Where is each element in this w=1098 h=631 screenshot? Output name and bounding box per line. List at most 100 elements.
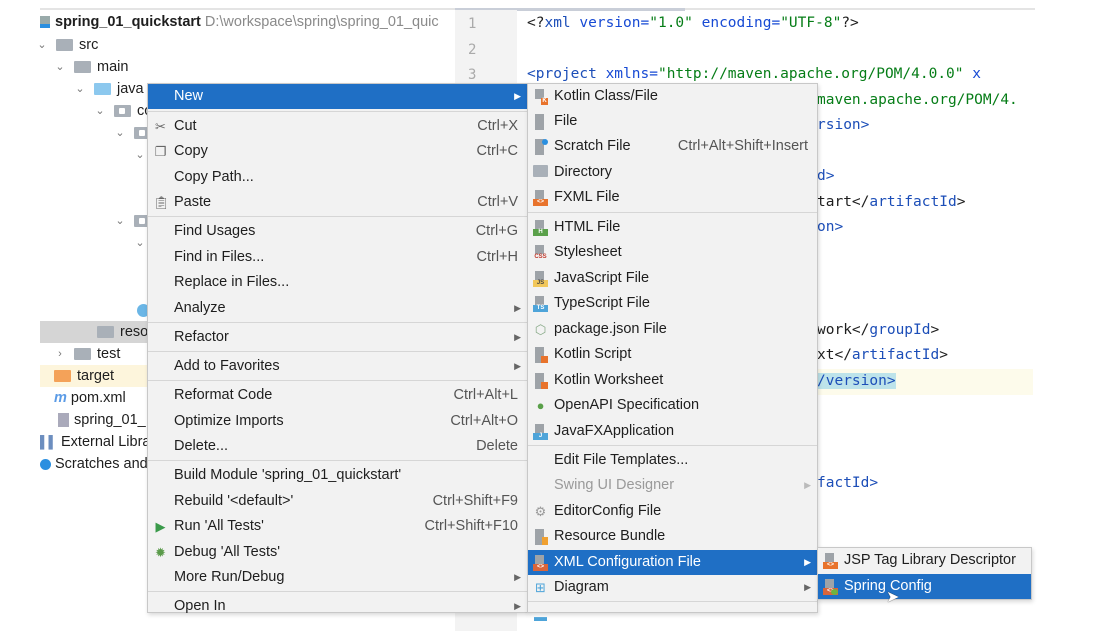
- module-file-icon: [58, 413, 69, 427]
- scratch-file-icon: [533, 139, 548, 155]
- submenu-arrow-icon: ▶: [514, 572, 521, 582]
- tree-item-package[interactable]: ⌄ co: [94, 100, 152, 122]
- data-source-icon: ▬: [534, 609, 547, 624]
- tree-item-java[interactable]: ⌄ java: [74, 78, 144, 100]
- code-line-3[interactable]: <project xmlns="http://maven.apache.org/…: [527, 66, 981, 82]
- xml-configuration-submenu[interactable]: <>JSP Tag Library Descriptor <>Spring Co…: [817, 547, 1032, 600]
- code-fragment: d>: [817, 168, 835, 184]
- code-line-1[interactable]: <?xml version="1.0" encoding="UTF-8"?>: [527, 15, 859, 31]
- chevron-right-icon: ›: [58, 348, 62, 360]
- tree-item-resources[interactable]: reso: [97, 321, 148, 343]
- menu-item-javascript-file[interactable]: JS JavaScript File: [528, 266, 817, 291]
- tree-item-iml[interactable]: spring_01_: [58, 409, 146, 431]
- ts-file-icon: TS: [533, 296, 548, 312]
- menu-item-jsp-tag-library[interactable]: <> JSP Tag Library Descriptor: [818, 548, 1031, 573]
- jsp-tld-icon: <>: [823, 553, 838, 569]
- menu-item-stylesheet[interactable]: CSS Stylesheet: [528, 240, 817, 265]
- menu-item-openapi[interactable]: ● OpenAPI Specification: [528, 393, 817, 418]
- bug-icon: ✹: [155, 545, 166, 560]
- tree-item-pom[interactable]: m pom.xml: [54, 387, 126, 409]
- menu-item-kotlin-class[interactable]: K Kotlin Class/File: [528, 84, 817, 109]
- menu-item-cut[interactable]: ✂ Cut Ctrl+X: [148, 114, 527, 139]
- menu-item-fxml-file[interactable]: <> FXML File: [528, 185, 817, 210]
- project-path: D:\workspace\spring\spring_01_quic: [204, 14, 439, 30]
- menu-item-analyze[interactable]: Analyze ▶: [148, 296, 527, 321]
- menu-item-build-module[interactable]: Build Module 'spring_01_quickstart': [148, 463, 527, 488]
- menu-item-refactor[interactable]: Refactor ▶: [148, 325, 527, 350]
- menu-item-replace-in-files[interactable]: Replace in Files...: [148, 270, 527, 295]
- mouse-cursor-icon: ➤: [886, 589, 900, 606]
- menu-item-delete[interactable]: Delete... Delete: [148, 434, 527, 459]
- tree-label: pom.xml: [70, 390, 126, 406]
- tree-label: External Libra: [61, 434, 151, 450]
- menu-item-file[interactable]: File: [528, 109, 817, 134]
- chevron-down-icon: ⌄: [95, 105, 105, 117]
- menu-item-find-in-files[interactable]: Find in Files... Ctrl+H: [148, 245, 527, 270]
- menu-item-find-usages[interactable]: Find Usages Ctrl+G: [148, 219, 527, 244]
- menu-item-cut-off[interactable]: ▬: [528, 604, 817, 629]
- file-icon: [533, 114, 548, 130]
- tree-item-scratches[interactable]: Scratches and: [40, 453, 148, 475]
- tree-root[interactable]: spring_01_quickstart D:\workspace\spring…: [40, 11, 439, 33]
- menu-item-html-file[interactable]: H HTML File: [528, 215, 817, 240]
- menu-item-reformat-code[interactable]: Reformat Code Ctrl+Alt+L: [148, 383, 527, 408]
- tree-item-main[interactable]: ⌄ main: [54, 56, 128, 78]
- new-submenu[interactable]: K Kotlin Class/File File Scratch File Ctrl…: [527, 83, 818, 624]
- tree-label: java: [117, 81, 144, 97]
- menu-item-new[interactable]: New ▶: [148, 84, 527, 109]
- menu-item-edit-file-templates[interactable]: Edit File Templates...: [528, 448, 817, 473]
- menu-item-javafx-application[interactable]: J JavaFXApplication: [528, 419, 817, 444]
- code-fragment: rsion>: [817, 117, 870, 133]
- menu-item-package-json[interactable]: ⬡ package.json File: [528, 317, 817, 342]
- tree-item-external-libraries[interactable]: ▌▌ External Libra: [40, 431, 150, 453]
- submenu-arrow-icon: ▶: [514, 91, 521, 101]
- menu-item-copy-path[interactable]: Copy Path...: [148, 165, 527, 190]
- code-fragment: factId>: [817, 475, 879, 491]
- menu-item-scratch-file[interactable]: Scratch File Ctrl+Alt+Shift+Insert: [528, 134, 817, 159]
- menu-item-paste[interactable]: 📋︎ Paste Ctrl+V: [148, 190, 527, 215]
- menu-item-optimize-imports[interactable]: Optimize Imports Ctrl+Alt+O: [148, 409, 527, 434]
- menu-item-rebuild[interactable]: Rebuild '<default>' Ctrl+Shift+F9: [148, 489, 527, 514]
- menu-item-swing-ui-designer[interactable]: Swing UI Designer ▶: [528, 473, 817, 498]
- menu-item-copy[interactable]: ❐ Copy Ctrl+C: [148, 139, 527, 164]
- scratches-icon: [40, 458, 51, 470]
- tree-item-target[interactable]: target: [54, 365, 114, 387]
- submenu-arrow-icon: ▶: [514, 361, 521, 371]
- scissors-icon: ✂: [155, 119, 166, 134]
- diagram-icon: ⊞: [535, 580, 546, 595]
- chevron-down-icon: ⌄: [135, 149, 145, 161]
- menu-item-kotlin-script[interactable]: Kotlin Script: [528, 342, 817, 367]
- menu-item-typescript-file[interactable]: TS TypeScript File: [528, 291, 817, 316]
- context-menu[interactable]: New ▶ ✂ Cut Ctrl+X ❐ Copy Ctrl+C Copy Path...…: [147, 83, 528, 614]
- kotlin-script-icon: [533, 347, 548, 363]
- source-folder-icon: [94, 83, 111, 95]
- menu-item-debug-all-tests[interactable]: ✹ Debug 'All Tests': [148, 540, 527, 565]
- fxml-file-icon: <>: [533, 190, 548, 206]
- folder-icon: [533, 165, 548, 180]
- tree-label: spring_01_: [74, 412, 146, 428]
- menu-item-resource-bundle[interactable]: Resource Bundle: [528, 524, 817, 549]
- menu-item-add-to-favorites[interactable]: Add to Favorites ▶: [148, 354, 527, 379]
- menu-item-kotlin-worksheet[interactable]: Kotlin Worksheet: [528, 368, 817, 393]
- css-file-icon: CSS: [533, 245, 548, 261]
- tree-label: Scratches and: [55, 456, 148, 472]
- tree-label: test: [97, 346, 121, 362]
- tree-label: src: [79, 37, 99, 53]
- menu-item-diagram[interactable]: ⊞ Diagram ▶: [528, 575, 817, 600]
- tree-item-src[interactable]: ⌄ src: [36, 34, 98, 56]
- menu-item-directory[interactable]: Directory: [528, 160, 817, 185]
- menu-item-editorconfig-file[interactable]: ⚙ EditorConfig File: [528, 499, 817, 524]
- chevron-down-icon: ⌄: [75, 83, 85, 95]
- copy-icon: ❐: [154, 144, 167, 159]
- menu-item-more-run-debug[interactable]: More Run/Debug ▶: [148, 565, 527, 590]
- menu-item-spring-config[interactable]: <>Spring Config: [818, 574, 1031, 599]
- javafx-icon: J: [533, 424, 548, 440]
- line-number: 2: [468, 42, 477, 58]
- excluded-folder-icon: [54, 370, 71, 382]
- menu-item-run-all-tests[interactable]: ▶ Run 'All Tests' Ctrl+Shift+F10: [148, 514, 527, 539]
- tree-item-test[interactable]: › test: [54, 343, 120, 365]
- code-fragment: tart</artifactId>: [817, 194, 966, 210]
- menu-item-open-in[interactable]: Open In ▶: [148, 594, 527, 619]
- line-number: 3: [468, 67, 477, 83]
- menu-item-xml-configuration-file[interactable]: <> XML Configuration File ▶: [528, 550, 817, 575]
